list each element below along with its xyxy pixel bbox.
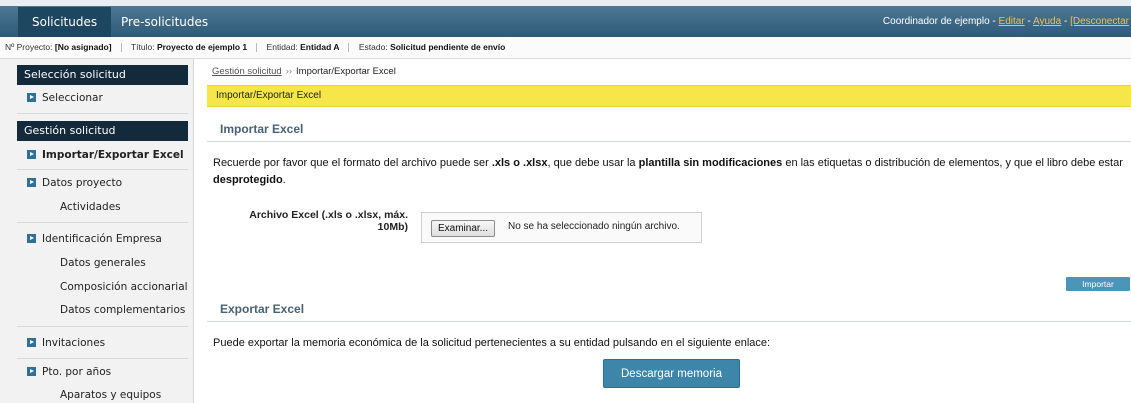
- sidebar: [0, 59, 194, 403]
- import-button[interactable]: Importar: [1066, 277, 1130, 291]
- file-status-text: No se ha seleccionado ningún archivo.: [508, 221, 680, 232]
- sidebar-item-identificacion-empresa[interactable]: Identificación Empresa: [27, 233, 162, 245]
- sidebar-subitem-composicion-accionarial[interactable]: Composición accionarial: [60, 281, 188, 293]
- sidebar-item-label: Invitaciones: [42, 337, 106, 349]
- user-name: Coordinador de ejemplo: [882, 16, 990, 27]
- arrow-bullet-icon: [27, 338, 36, 347]
- divider: [17, 358, 188, 359]
- import-section-title: Importar Excel: [207, 118, 1131, 142]
- page-title-banner: Importar/Exportar Excel: [207, 85, 1131, 107]
- sidebar-item-label: Pto. por años: [42, 366, 112, 378]
- divider: [17, 169, 188, 170]
- text: en las etiquetas o distribución de eleme…: [782, 157, 1123, 169]
- user-menu: Coordinador de ejemplo - Editar - Ayuda …: [883, 7, 1129, 37]
- separator: -: [989, 16, 999, 27]
- sidebar-section-gestion: Gestión solicitud: [17, 121, 188, 141]
- divider: [17, 113, 188, 114]
- project-title-label: Título:: [130, 42, 155, 52]
- separator: -: [1024, 16, 1033, 27]
- text: .: [282, 174, 286, 186]
- sidebar-subitem-aparatos-equipos[interactable]: Aparatos y equipos: [60, 389, 161, 401]
- sidebar-item-label: Identificación Empresa: [42, 233, 162, 245]
- text: , que debe usar la: [547, 157, 639, 169]
- project-number-label: Nº Proyecto:: [5, 42, 53, 52]
- sidebar-item-invitaciones[interactable]: Invitaciones: [27, 337, 105, 349]
- text: Recuerde por favor que el formato del ar…: [213, 157, 492, 169]
- breadcrumb-separator: ››: [285, 66, 293, 77]
- download-memory-button[interactable]: Descargar memoria: [603, 359, 740, 388]
- project-info-bar: Nº Proyecto: [No asignado] Título: Proye…: [0, 37, 1131, 59]
- logout-link[interactable]: [Desconectar: [1070, 16, 1129, 27]
- sidebar-subitem-actividades[interactable]: Actividades: [60, 201, 121, 213]
- entity-label: Entidad:: [266, 42, 298, 52]
- arrow-bullet-icon: [27, 150, 36, 159]
- divider: [17, 222, 188, 223]
- tab-pre-solicitudes[interactable]: Pre-solicitudes: [107, 7, 222, 37]
- project-entity: Entidad: Entidad A: [262, 37, 347, 57]
- file-input[interactable]: Examinar... No se ha seleccionado ningún…: [421, 212, 702, 243]
- project-number-value: [No asignado]: [54, 42, 112, 52]
- breadcrumb-link-gestion[interactable]: Gestión solicitud: [212, 66, 282, 77]
- sidebar-item-import-export[interactable]: Importar/Exportar Excel: [27, 149, 184, 161]
- sidebar-subitem-datos-generales[interactable]: Datos generales: [60, 257, 146, 269]
- project-number: Nº Proyecto: [No asignado]: [0, 37, 119, 57]
- project-state: Estado: Solicitud pendiente de envío: [354, 37, 512, 57]
- browse-button[interactable]: Examinar...: [431, 220, 496, 237]
- export-section-title: Exportar Excel: [207, 298, 1131, 322]
- arrow-bullet-icon: [27, 178, 36, 187]
- separator: -: [1061, 16, 1071, 27]
- divider: [17, 326, 188, 327]
- divider: [256, 43, 258, 53]
- sidebar-item-label: Datos proyecto: [42, 177, 123, 189]
- breadcrumb-current: Importar/Exportar Excel: [296, 66, 396, 77]
- text-strong: .xls o .xlsx: [491, 157, 548, 169]
- text-strong: plantilla sin modificaciones: [638, 157, 783, 169]
- project-title-value: Proyecto de ejemplo 1: [156, 42, 248, 52]
- project-title: Título: Proyecto de ejemplo 1: [126, 37, 254, 57]
- text-strong: desprotegido: [213, 174, 283, 186]
- sidebar-section-seleccion: Selección solicitud: [17, 65, 188, 85]
- divider: [120, 43, 122, 53]
- file-input-label: Archivo Excel (.xls o .xlsx, máx. 10Mb): [249, 209, 408, 233]
- arrow-bullet-icon: [27, 234, 36, 243]
- tab-solicitudes[interactable]: Solicitudes: [18, 7, 112, 37]
- sidebar-item-datos-proyecto[interactable]: Datos proyecto: [27, 177, 122, 189]
- import-instructions: Recuerde por favor que el formato del ar…: [213, 155, 1129, 189]
- breadcrumb: Gestión solicitud ›› Importar/Exportar Exc…: [212, 66, 396, 77]
- sidebar-item-label: Importar/Exportar Excel: [42, 149, 184, 161]
- sidebar-item-pto-anos[interactable]: Pto. por años: [27, 366, 111, 378]
- top-navigation-bar: Solicitudes Pre-solicitudes Coordinador …: [0, 0, 1131, 37]
- sidebar-subitem-datos-complementarios[interactable]: Datos complementarios: [60, 304, 185, 316]
- sidebar-item-seleccionar[interactable]: Seleccionar: [27, 92, 103, 104]
- export-instructions: Puede exportar la memoria económica de l…: [213, 337, 771, 349]
- arrow-bullet-icon: [27, 93, 36, 102]
- edit-link[interactable]: Editar: [999, 16, 1025, 27]
- sidebar-item-label: Seleccionar: [42, 92, 103, 104]
- divider: [348, 43, 350, 53]
- entity-value: Entidad A: [300, 42, 340, 52]
- arrow-bullet-icon: [27, 367, 36, 376]
- state-label: Estado:: [358, 42, 388, 52]
- help-link[interactable]: Ayuda: [1033, 16, 1061, 27]
- state-value: Solicitud pendiente de envío: [390, 42, 506, 52]
